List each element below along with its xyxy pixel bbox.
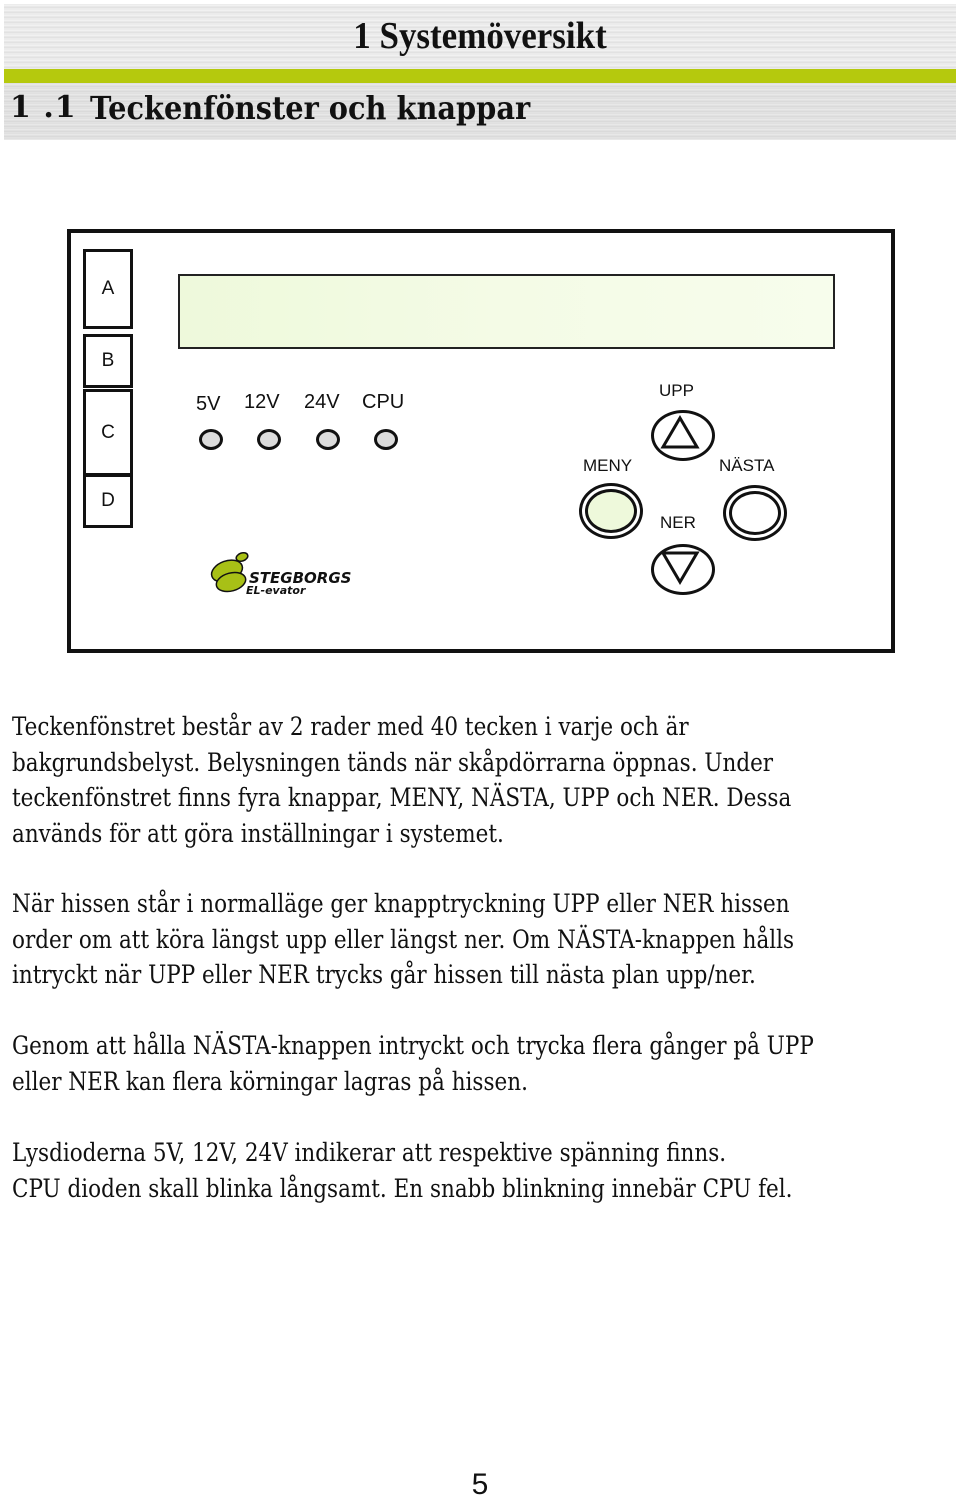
lcd-display: [178, 274, 835, 349]
led-label-5v: 5V: [196, 393, 221, 415]
text-line: Genom att hålla NÄSTA-knappen intryckt o…: [12, 1031, 814, 1060]
side-button-b: B: [83, 334, 133, 388]
chapter-title: 1 Systemöversikt: [353, 15, 607, 57]
down-button: [651, 544, 715, 595]
led-label-cpu: CPU: [362, 391, 405, 413]
text-line: bakgrundsbelyst. Belysningen tänds när s…: [12, 747, 774, 777]
side-button-d: D: [83, 474, 133, 528]
stegborgs-logo-mark-icon: STEGBORGS EL-evator: [210, 551, 351, 597]
section-title: Teckenfönster och knappar: [90, 89, 531, 127]
text-line: order om att köra längst upp eller längs…: [12, 924, 795, 954]
triangle-down-icon: [660, 551, 700, 585]
led-cpu-indicator: [374, 429, 398, 450]
led-label-12v: 12V: [244, 391, 280, 413]
paragraph-normal-mode: När hissen står i normalläge ger knapptr…: [12, 886, 820, 993]
accent-stripe: [4, 69, 956, 83]
paragraph-leds: Lysdioderna 5V, 12V, 24V indikerar att r…: [12, 1135, 820, 1206]
side-button-c: C: [83, 389, 133, 476]
led-24v-indicator: [316, 429, 340, 450]
section-number: 1 .1: [10, 90, 77, 125]
paragraph-multiple-runs: Genom att hålla NÄSTA-knappen intryckt o…: [12, 1028, 820, 1099]
text-line: När hissen står i normalläge ger knapptr…: [12, 889, 790, 918]
stegborgs-logo: STEGBORGS EL-evator: [209, 551, 389, 606]
paragraph-display-description: Teckenfönstret består av 2 rader med 40 …: [12, 709, 820, 851]
text-line: används för att göra inställningar i sys…: [12, 818, 504, 848]
page-number: 5: [471, 1468, 489, 1501]
side-button-a: A: [83, 249, 133, 329]
triangle-up-icon: [660, 415, 700, 449]
menu-button-label: MENY: [583, 456, 633, 475]
next-button-label: NÄSTA: [719, 456, 775, 475]
text-line: Lysdioderna 5V, 12V, 24V indikerar att r…: [12, 1138, 727, 1167]
up-button: [651, 410, 715, 461]
text-line: intryckt när UPP eller NER trycks går hi…: [12, 960, 756, 989]
down-button-label: NER: [660, 513, 696, 532]
menu-button: [579, 483, 643, 539]
next-button: [723, 485, 787, 541]
control-panel-diagram: A B C D 5V 12V 24V CPU UPP MENY NÄSTA NE…: [67, 229, 895, 653]
text-line: teckenfönstret finns fyra knappar, MENY,…: [12, 783, 792, 812]
led-12v-indicator: [257, 429, 281, 450]
next-button-face: [729, 491, 781, 535]
text-line: CPU dioden skall blinka långsamt. En sna…: [12, 1173, 793, 1203]
menu-button-face: [585, 489, 637, 533]
text-line: Teckenfönstret består av 2 rader med 40 …: [12, 712, 689, 741]
text-line: eller NER kan flera körningar lagras på …: [12, 1066, 528, 1096]
led-label-24v: 24V: [304, 391, 340, 413]
up-button-label: UPP: [659, 381, 694, 400]
led-5v-indicator: [199, 429, 223, 450]
logo-tagline: EL-evator: [246, 584, 306, 597]
